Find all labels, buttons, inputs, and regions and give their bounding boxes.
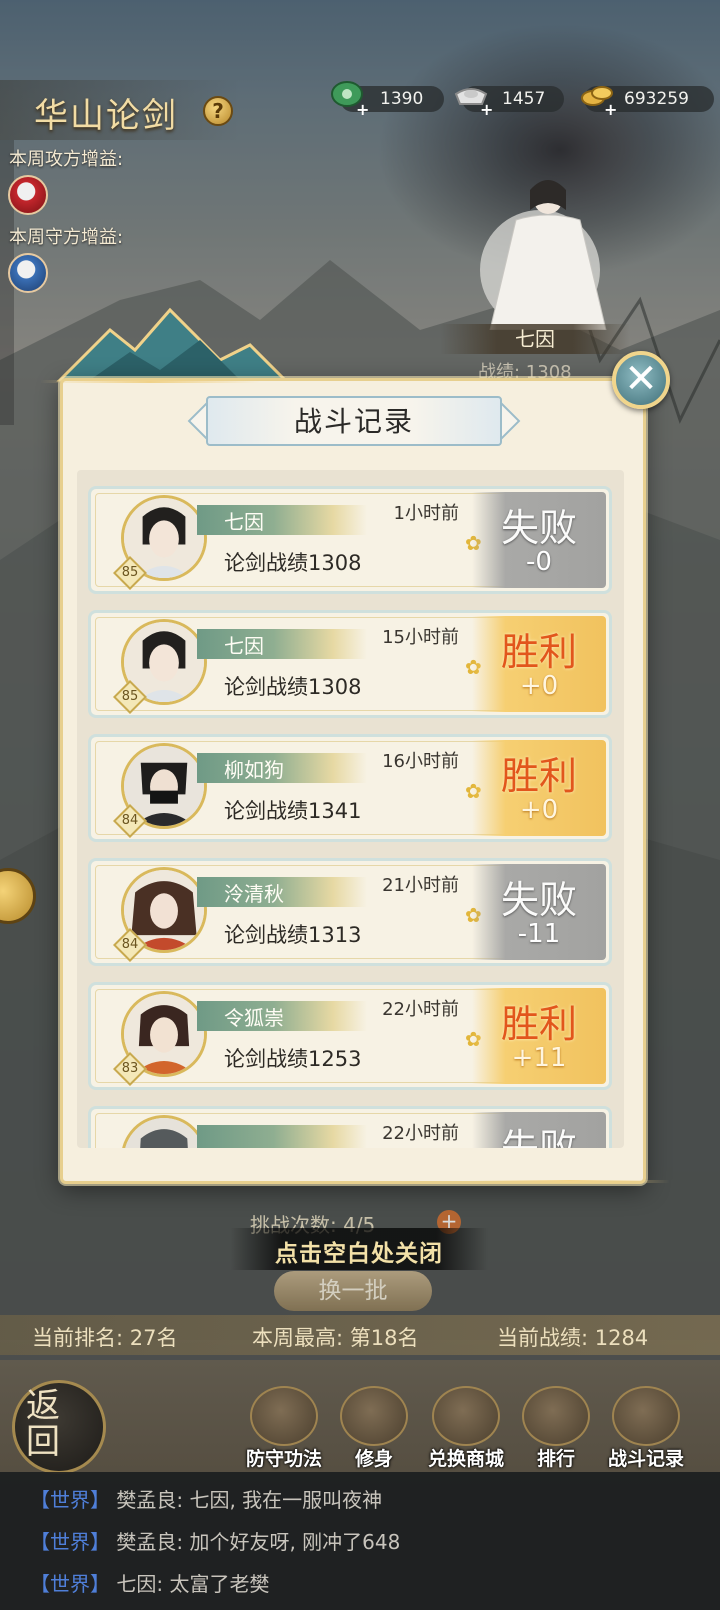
add-gold-icon[interactable]: + — [604, 100, 617, 119]
nav-label: 兑换商城 — [427, 1448, 504, 1470]
nav-label: 修身 — [354, 1448, 393, 1470]
opponent-name: 泠清秋 — [224, 882, 284, 906]
nav-cultivate[interactable]: 修身 — [332, 1386, 416, 1470]
nav-ranking[interactable]: 排行 — [514, 1386, 598, 1470]
battle-scroll-icon — [612, 1386, 680, 1446]
modal-title: 战斗记录 — [293, 405, 414, 438]
champion-portrait[interactable] — [420, 160, 640, 330]
attack-buff-label: 本周攻方增益: — [9, 149, 124, 170]
score-change: +0 — [519, 795, 559, 825]
result-label: 胜利 — [500, 630, 577, 674]
nav-battle-record[interactable]: 战斗记录 — [604, 1386, 688, 1470]
question-icon[interactable]: ? — [203, 96, 233, 126]
nav-label: 排行 — [536, 1448, 575, 1470]
add-jade-icon[interactable]: + — [356, 100, 369, 119]
record-time: 22小时前 — [382, 1123, 459, 1144]
name-band — [197, 629, 367, 659]
battle-record-row[interactable]: 84 泠清秋 21小时前 论剑战绩1313 ✿ 失败 -11 — [88, 858, 612, 966]
page-title: 华山论剑 — [34, 96, 178, 136]
battle-record-row[interactable]: 22小时前 失败 — [88, 1106, 612, 1148]
chat-message: 【世界】 樊孟良: 七因, 我在一服叫夜神 — [30, 1484, 382, 1513]
coin-shop-icon — [432, 1386, 500, 1446]
record-time: 21小时前 — [382, 875, 459, 896]
battle-record-row[interactable]: 85 七因 15小时前 论剑战绩1308 ✿ 胜利 +0 — [88, 610, 612, 718]
opponent-score: 论剑战绩1308 — [224, 551, 362, 575]
defense-buff-label: 本周守方增益: — [9, 227, 124, 248]
score-change: +0 — [519, 671, 559, 701]
battle-record-list[interactable]: 85 七因 1小时前 论剑战绩1308 ✿ 失败 -0 85 七因 15小时前 … — [77, 470, 624, 1148]
defense-buff-icon[interactable] — [8, 253, 48, 293]
modal-gold-trim — [40, 380, 260, 383]
battle-record-row[interactable]: 85 七因 1小时前 论剑战绩1308 ✿ 失败 -0 — [88, 486, 612, 594]
chat-channel: 【世界】 — [30, 1530, 110, 1554]
add-silver-icon[interactable]: + — [480, 100, 493, 119]
nav-label: 战斗记录 — [607, 1448, 684, 1470]
sword-book-icon — [340, 1386, 408, 1446]
opponent-score: 论剑战绩1341 — [224, 799, 362, 823]
opponent-avatar — [121, 1115, 207, 1148]
chat-text: 樊孟良: 七因, 我在一服叫夜神 — [116, 1488, 383, 1512]
result-label: 胜利 — [500, 1002, 577, 1046]
chat-text: 七因: 太富了老樊 — [116, 1572, 270, 1596]
record-time: 22小时前 — [382, 999, 459, 1020]
score-change: -0 — [526, 547, 552, 577]
record-time: 16小时前 — [382, 751, 459, 772]
modal-gold-trim-bottom — [470, 1180, 670, 1183]
opponent-name: 七因 — [224, 634, 264, 658]
tap-to-close-hint: 点击空白处关闭 — [275, 1240, 443, 1267]
result-label: 失败 — [500, 878, 577, 922]
refresh-button[interactable]: 换一批 — [274, 1271, 432, 1311]
chat-channel: 【世界】 — [30, 1572, 110, 1596]
chat-text: 樊孟良: 加个好友呀, 刚冲了648 — [116, 1530, 401, 1554]
chat-message: 【世界】 七因: 太富了老樊 — [30, 1568, 269, 1597]
modal-mountain-ornament — [56, 307, 289, 382]
resource-gold-value: 693259 — [624, 89, 689, 109]
name-band — [197, 1125, 367, 1148]
battle-record-row[interactable]: 84 柳如狗 16小时前 论剑战绩1341 ✿ 胜利 +0 — [88, 734, 612, 842]
result-label: 胜利 — [500, 754, 577, 798]
attack-buff-icon[interactable] — [8, 175, 48, 215]
champion-name: 七因 — [440, 324, 630, 354]
chat-channel: 【世界】 — [30, 1488, 110, 1512]
ranking-banner-icon — [522, 1386, 590, 1446]
scroll-books-icon — [250, 1386, 318, 1446]
record-time: 1小时前 — [393, 503, 459, 524]
nav-label: 防守功法 — [245, 1448, 322, 1470]
score-change: -11 — [517, 919, 561, 949]
back-label: 返回 — [26, 1386, 60, 1462]
current-rank: 当前排名: 27名 — [32, 1326, 178, 1350]
resource-jade-value: 1390 — [380, 89, 424, 109]
result-label: 失败 — [500, 506, 577, 550]
score-change: +11 — [511, 1043, 567, 1073]
opponent-name: 七因 — [224, 510, 264, 534]
name-band — [197, 505, 367, 535]
current-score: 当前战绩: 1284 — [497, 1326, 649, 1350]
weekly-best-rank: 本周最高: 第18名 — [252, 1326, 419, 1350]
opponent-name: 柳如狗 — [224, 758, 284, 782]
close-icon[interactable]: ✕ — [612, 351, 670, 409]
opponent-score: 论剑战绩1308 — [224, 675, 362, 699]
nav-exchange-shop[interactable]: 兑换商城 — [424, 1386, 508, 1470]
resource-silver-value: 1457 — [502, 89, 546, 109]
opponent-score: 论剑战绩1253 — [224, 1047, 362, 1071]
record-time: 15小时前 — [382, 627, 459, 648]
battle-record-row[interactable]: 83 令狐崇 22小时前 论剑战绩1253 ✿ 胜利 +11 — [88, 982, 612, 1090]
result-label: 失败 — [500, 1126, 577, 1148]
opponent-score: 论剑战绩1313 — [224, 923, 362, 947]
nav-defense-skills[interactable]: 防守功法 — [242, 1386, 326, 1470]
world-chat[interactable]: 【世界】 樊孟良: 七因, 我在一服叫夜神 【世界】 樊孟良: 加个好友呀, 刚… — [0, 1472, 720, 1610]
chat-message: 【世界】 樊孟良: 加个好友呀, 刚冲了648 — [30, 1526, 400, 1555]
opponent-name: 令狐崇 — [224, 1006, 284, 1030]
